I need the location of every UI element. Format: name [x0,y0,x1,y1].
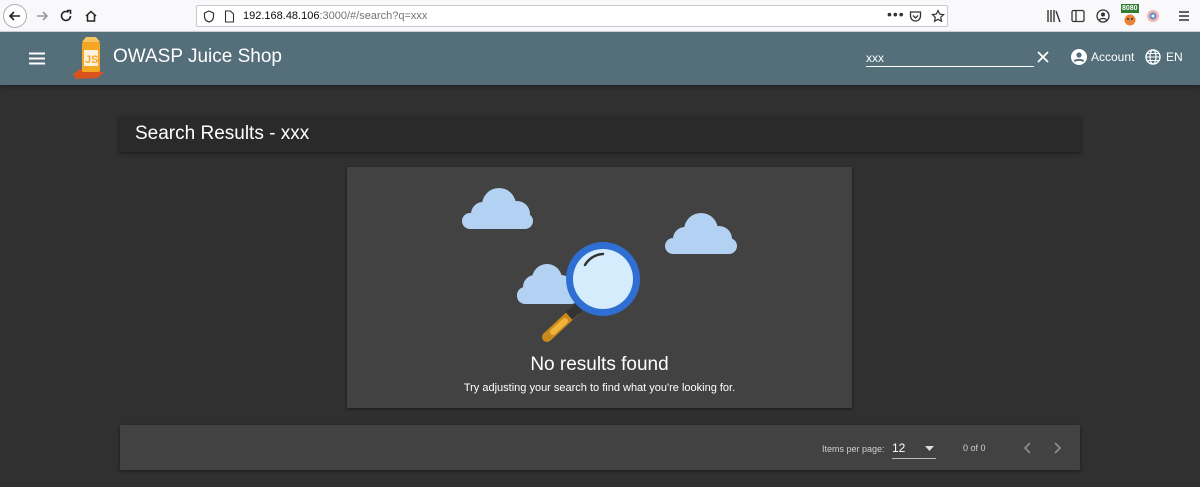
close-search-icon[interactable] [1037,51,1049,63]
back-button[interactable] [3,4,27,28]
library-icon[interactable] [1046,9,1062,23]
address-bar[interactable]: 192.168.48.106:3000/#/search?q=xxx ••• [196,5,948,27]
account-button[interactable]: Account [1091,50,1134,64]
search-input[interactable] [866,49,1034,67]
url-path: :3000/#/search?q=xxx [319,10,428,22]
fox-icon [1124,14,1136,26]
previous-page-icon[interactable] [1022,442,1032,454]
next-page-icon[interactable] [1053,442,1063,454]
search-results-header: Search Results - xxx [120,117,1080,152]
pocket-icon[interactable] [909,10,922,23]
page-title: Search Results - xxx [135,123,310,144]
no-results-card: No results found Try adjusting your sear… [347,167,852,408]
range-label: 0 of 0 [963,443,986,453]
app-title[interactable]: OWASP Juice Shop [113,46,282,68]
url-host: 192.168.48.106 [243,10,320,22]
app-toolbar: JS OWASP Juice Shop Account EN [0,32,1200,85]
account-circle-icon[interactable] [1071,49,1087,65]
sidebar-icon[interactable] [1071,9,1085,23]
page-icon [224,10,235,23]
svg-text:JS: JS [85,54,98,66]
language-button[interactable]: EN [1166,50,1183,64]
reload-icon [60,9,72,22]
dropdown-arrow-icon [925,446,934,451]
home-icon [85,10,97,22]
no-results-illustration [462,188,737,342]
proxy-port-badge: 8080 [1121,4,1139,13]
foxyproxy-extension-icon[interactable]: 8080 [1120,4,1142,28]
language-globe-icon[interactable] [1145,49,1161,65]
shield-icon [203,10,215,23]
empty-state-subtitle: Try adjusting your search to find what y… [463,382,736,394]
paginator: Items per page: 12 0 of 0 [120,425,1080,470]
reload-button[interactable] [54,4,78,28]
arrow-right-icon [37,11,49,21]
extension-icon[interactable] [1146,9,1160,23]
browser-menu-icon[interactable] [1178,10,1190,22]
juice-shop-logo[interactable]: JS [70,36,108,80]
menu-icon[interactable] [29,52,45,65]
items-per-page-value: 12 [892,441,906,455]
bookmark-star-icon[interactable] [931,9,945,23]
firefox-account-icon[interactable] [1096,9,1110,23]
browser-toolbar: 192.168.48.106:3000/#/search?q=xxx ••• 8… [0,0,1200,32]
cloud-icon [462,188,533,229]
home-button[interactable] [79,4,103,28]
arrow-left-icon [8,11,20,21]
items-per-page-label: Items per page: [822,444,885,454]
forward-button[interactable] [30,4,54,28]
cloud-icon [665,213,737,254]
empty-state-title: No results found [530,354,669,375]
more-actions-icon[interactable]: ••• [887,6,905,22]
items-per-page-select[interactable]: 12 [892,439,936,459]
